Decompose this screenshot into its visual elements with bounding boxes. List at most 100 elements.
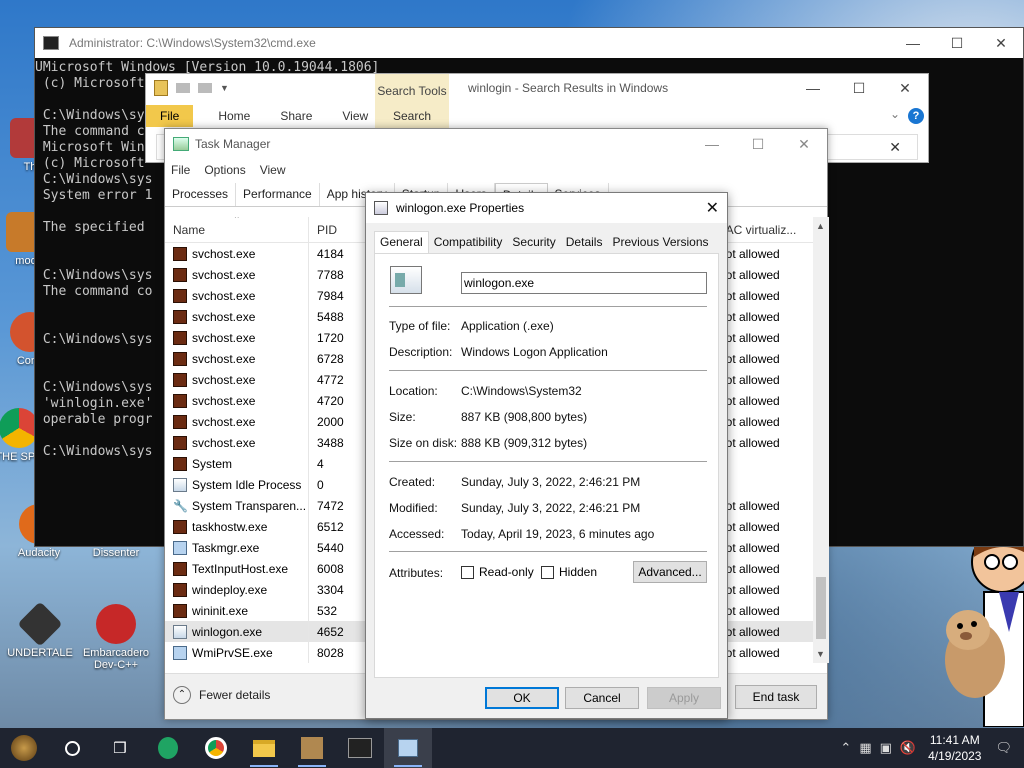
help-icon[interactable]: ? bbox=[908, 108, 924, 124]
process-name-cell: Taskmgr.exe bbox=[165, 537, 309, 558]
system-tray: ⌃ ▦ ▣ 🔇 11:41 AM 4/19/2023 🗨 bbox=[836, 728, 1024, 768]
tab-search[interactable]: Search bbox=[375, 109, 449, 123]
cortana-button[interactable] bbox=[48, 728, 96, 768]
close-icon[interactable]: ✕ bbox=[882, 74, 928, 102]
checkbox-box[interactable] bbox=[461, 565, 474, 579]
tab-performance[interactable]: Performance bbox=[236, 183, 320, 206]
process-name-cell: svchost.exe bbox=[165, 432, 309, 453]
notifications-icon[interactable]: 🗨 bbox=[995, 740, 1012, 756]
checkbox-box[interactable] bbox=[541, 565, 554, 579]
scroll-down-icon[interactable]: ▼ bbox=[816, 649, 825, 659]
size-label: Size: bbox=[389, 410, 416, 424]
taskbar-chrome[interactable] bbox=[192, 728, 240, 768]
process-icon bbox=[173, 624, 187, 639]
chevron-down-icon[interactable]: ⌄ bbox=[890, 107, 900, 121]
process-icon bbox=[173, 330, 187, 345]
size-value: 887 KB (908,800 bytes) bbox=[461, 410, 588, 424]
taskbar-undertale[interactable] bbox=[336, 728, 384, 768]
maximize-icon[interactable]: ☐ bbox=[836, 74, 882, 102]
clock-date: 4/19/2023 bbox=[928, 749, 982, 763]
volume-muted-icon[interactable]: 🔇 bbox=[900, 740, 916, 756]
scroll-thumb[interactable] bbox=[816, 577, 826, 639]
filename-field[interactable]: winlogon.exe bbox=[461, 272, 707, 294]
tab-previous-versions[interactable]: Previous Versions bbox=[607, 231, 713, 253]
tab-file[interactable]: File bbox=[146, 105, 194, 127]
tab-share[interactable]: Share bbox=[265, 109, 327, 123]
minimize-icon[interactable]: — bbox=[891, 35, 935, 52]
process-name-cell: svchost.exe bbox=[165, 411, 309, 432]
modified-label: Modified: bbox=[389, 501, 438, 515]
close-icon[interactable]: ✕ bbox=[706, 198, 719, 218]
process-icon bbox=[173, 603, 187, 618]
tab-details[interactable]: Details bbox=[561, 231, 608, 253]
minimize-icon[interactable]: — bbox=[689, 129, 735, 159]
properties-icon[interactable] bbox=[176, 83, 190, 93]
taskbar: ❒ ⌃ ▦ ▣ 🔇 11:41 AM 4/19/2023 🗨 bbox=[0, 728, 1024, 768]
scroll-up-icon[interactable]: ▲ bbox=[816, 221, 825, 231]
column-header-pid[interactable]: PID bbox=[309, 217, 367, 242]
taskbar-task-manager[interactable] bbox=[384, 728, 432, 768]
tab-general[interactable]: General bbox=[374, 231, 429, 253]
task-manager-icon bbox=[173, 137, 189, 151]
end-task-button[interactable]: End task bbox=[735, 685, 817, 709]
menu-options[interactable]: Options bbox=[204, 163, 245, 177]
separator bbox=[389, 370, 707, 371]
hidden-label: Hidden bbox=[559, 565, 598, 579]
readonly-checkbox[interactable]: Read-only bbox=[461, 565, 534, 579]
taskbar-file-explorer[interactable] bbox=[240, 728, 288, 768]
process-pid: 5440 bbox=[309, 537, 367, 558]
clear-search-icon[interactable]: ✕ bbox=[889, 139, 901, 156]
device-icon[interactable]: ▦ bbox=[859, 740, 871, 756]
taskbar-sheets[interactable] bbox=[144, 728, 192, 768]
properties-dialog[interactable]: winlogon.exe Properties ✕ General Compat… bbox=[365, 192, 728, 719]
new-folder-icon[interactable] bbox=[198, 83, 212, 93]
attributes-label: Attributes: bbox=[389, 566, 444, 580]
process-pid: 4652 bbox=[309, 621, 367, 642]
tab-compatibility[interactable]: Compatibility bbox=[429, 231, 508, 253]
process-pid: 4184 bbox=[309, 243, 367, 264]
close-icon[interactable]: ✕ bbox=[979, 35, 1023, 52]
apply-button[interactable]: Apply bbox=[647, 687, 721, 709]
hidden-checkbox[interactable]: Hidden bbox=[541, 565, 597, 579]
vertical-scrollbar[interactable]: ▲ ▼ bbox=[813, 217, 829, 663]
cortana-icon bbox=[64, 740, 80, 756]
hamster-image bbox=[945, 610, 1005, 698]
process-name-cell: svchost.exe bbox=[165, 369, 309, 390]
ok-button[interactable]: OK bbox=[485, 687, 559, 709]
process-pid: 0 bbox=[309, 474, 367, 495]
start-button[interactable] bbox=[0, 728, 48, 768]
process-name: svchost.exe bbox=[192, 414, 256, 429]
process-pid: 4 bbox=[309, 453, 367, 474]
process-pid: 5488 bbox=[309, 306, 367, 327]
minimize-icon[interactable]: — bbox=[790, 74, 836, 102]
created-label: Created: bbox=[389, 475, 436, 489]
menu-file[interactable]: File bbox=[171, 163, 190, 177]
task-view-button[interactable]: ❒ bbox=[96, 728, 144, 768]
advanced-button[interactable]: Advanced... bbox=[633, 561, 707, 583]
close-icon[interactable]: ✕ bbox=[781, 129, 827, 159]
desktop-icon-undertale[interactable]: UNDERTALE bbox=[0, 601, 80, 659]
chevron-down-icon[interactable]: ▼ bbox=[220, 83, 229, 93]
network-icon[interactable]: ▣ bbox=[880, 740, 892, 756]
process-name-cell: TextInputHost.exe bbox=[165, 558, 309, 579]
process-pid: 7788 bbox=[309, 264, 367, 285]
clock[interactable]: 11:41 AM 4/19/2023 bbox=[928, 732, 981, 764]
cmd-titlebar[interactable]: Administrator: C:\Windows\System32\cmd.e… bbox=[35, 28, 1023, 58]
taskbar-game[interactable] bbox=[288, 728, 336, 768]
desktop-icon-devcpp[interactable]: Embarcadero Dev-C++ bbox=[76, 604, 156, 671]
maximize-icon[interactable]: ☐ bbox=[735, 129, 781, 159]
desktop-icon-label: Dissenter bbox=[92, 547, 140, 559]
cancel-button[interactable]: Cancel bbox=[565, 687, 639, 709]
properties-titlebar[interactable]: winlogon.exe Properties bbox=[366, 193, 727, 223]
tab-processes[interactable]: Processes bbox=[165, 183, 237, 206]
maximize-icon[interactable]: ☐ bbox=[935, 35, 979, 52]
tab-security[interactable]: Security bbox=[507, 231, 560, 253]
menu-view[interactable]: View bbox=[260, 163, 286, 177]
process-name: taskhostw.exe bbox=[192, 519, 268, 534]
tab-home[interactable]: Home bbox=[203, 109, 265, 123]
separator bbox=[389, 551, 707, 552]
description-value: Windows Logon Application bbox=[461, 345, 608, 359]
fewer-details-button[interactable]: ⌃ Fewer details bbox=[173, 686, 270, 704]
chevron-up-icon[interactable]: ⌃ bbox=[840, 740, 851, 756]
process-pid: 7472 bbox=[309, 495, 367, 516]
